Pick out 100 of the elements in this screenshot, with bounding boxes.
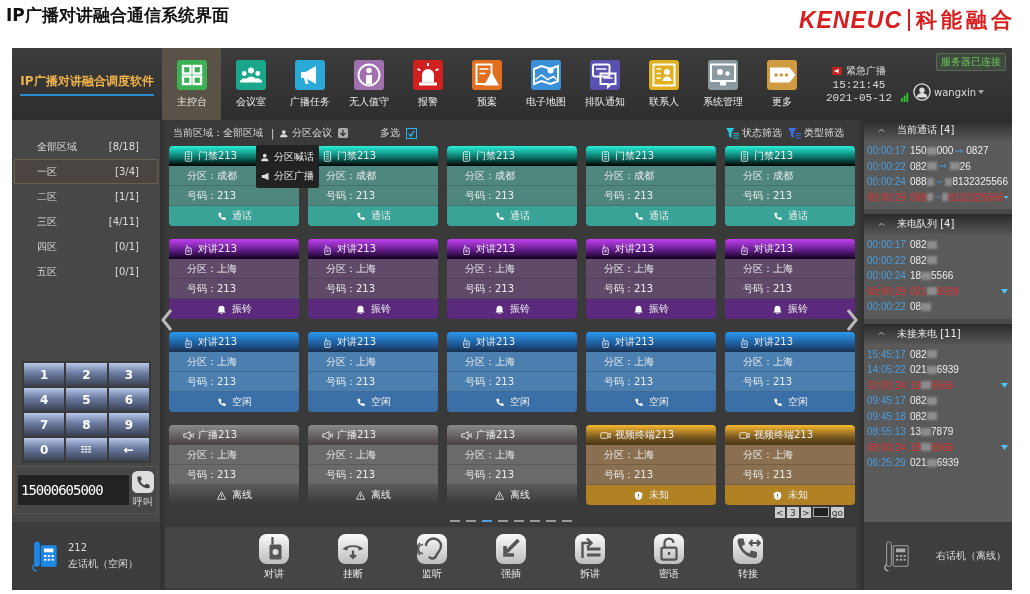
bell-icon [772, 304, 782, 314]
page-indicator[interactable] [545, 520, 556, 522]
user-menu[interactable]: wangxin [934, 86, 985, 98]
keypad-key[interactable]: 4 [24, 388, 65, 411]
type-filter-button[interactable]: 类型筛选 [788, 126, 844, 140]
device-card[interactable]: 对讲213 分区：上海 号码：213 空闲 [447, 332, 577, 412]
keypad-key[interactable]: 3 [108, 363, 149, 386]
action-button[interactable]: 对讲 [257, 534, 290, 581]
nav-tab[interactable]: 报警 [398, 48, 457, 120]
nav-tab[interactable]: 系统管理 [693, 48, 752, 120]
nav-tab[interactable]: 更多 [752, 48, 811, 120]
keypad-key[interactable]: ← [108, 438, 149, 461]
device-card[interactable]: 门禁213 分区：成都 号码：213 通话 [586, 146, 716, 226]
action-button[interactable]: 监听 [415, 534, 448, 581]
next-button[interactable]: > [800, 507, 811, 518]
nav-tab[interactable]: 广播任务 [280, 48, 339, 120]
nav-tab[interactable]: 主控台 [162, 48, 221, 120]
device-number: 号码：213 [725, 372, 855, 392]
call-time: 00:00:29 [867, 285, 906, 297]
go-button[interactable]: go [830, 507, 844, 518]
device-card[interactable]: 广播213 分区：上海 号码：213 离线 [447, 425, 577, 505]
nav-tab[interactable]: 联系人 [634, 48, 693, 120]
nav-tab[interactable]: 无人值守 [339, 48, 398, 120]
warning-icon [471, 59, 502, 90]
device-card[interactable]: 广播213 分区：上海 号码：213 离线 [308, 425, 438, 505]
multi-select-label: 多选 [380, 126, 401, 140]
device-card[interactable]: 对讲213 分区：上海 号码：213 空闲 [169, 332, 299, 412]
keypad-key[interactable]: 2 [66, 363, 107, 386]
device-card[interactable]: 门禁213 分区：成都 号码：213 通话 [447, 146, 577, 226]
device-number: 号码：213 [586, 372, 716, 392]
page-input[interactable] [812, 507, 829, 517]
device-card[interactable]: 对讲213 分区：上海 号码：213 空闲 [725, 332, 855, 412]
device-name: 对讲213 [198, 242, 238, 256]
call-time: 00:00:29 [867, 191, 906, 203]
section-header[interactable]: 未接来电 [11] [864, 323, 1012, 344]
keypad-key[interactable]: 8 [66, 413, 107, 436]
device-zone: 分区：上海 [447, 352, 577, 372]
device-card[interactable]: 视频终端213 分区：上海 号码：213 未知 [725, 425, 855, 505]
keypad-key[interactable]: 1 [24, 363, 65, 386]
action-button[interactable]: 转接 [731, 534, 764, 581]
device-card[interactable]: 对讲213 分区：上海 号码：213 振铃 [725, 239, 855, 319]
down-triangle-icon[interactable] [1001, 444, 1008, 450]
keypad-key[interactable] [66, 438, 107, 461]
device-card[interactable]: 门禁213 分区：成都 号码：213 通话 [725, 146, 855, 226]
down-triangle-icon[interactable] [1001, 288, 1008, 294]
action-button[interactable]: 强插 [494, 534, 527, 581]
keypad-key[interactable]: 6 [108, 388, 149, 411]
zone-item[interactable]: 三区 [4/11] [14, 209, 158, 234]
device-status: 振铃 [787, 302, 808, 316]
action-button[interactable]: 挂断 [336, 534, 369, 581]
device-card[interactable]: 对讲213 分区：上海 号码：213 振铃 [169, 239, 299, 319]
more-icon [766, 59, 797, 90]
device-number: 号码：213 [308, 279, 438, 299]
keypad-key[interactable]: 0 [24, 438, 65, 461]
zone-item[interactable]: 全部区域 [8/18] [14, 134, 158, 159]
zone-item[interactable]: 一区 [3/4] [14, 159, 158, 184]
page-indicator[interactable] [449, 520, 460, 522]
section-header[interactable]: 当前通话 [4] [864, 120, 1012, 140]
page-indicator[interactable] [561, 520, 572, 522]
zone-item[interactable]: 二区 [1/1] [14, 184, 158, 209]
phone-transfer-icon [732, 534, 763, 564]
previous-button[interactable]: < [774, 507, 785, 518]
zone-item[interactable]: 五区 [0/1] [14, 259, 158, 284]
action-button[interactable]: 密语 [652, 534, 685, 581]
emergency-broadcast-link[interactable]: 紧急广播 [846, 64, 886, 78]
status-filter-button[interactable]: 状态筛选 [726, 126, 782, 140]
keypad-key[interactable]: 7 [24, 413, 65, 436]
zone-item[interactable]: 四区 [0/1] [14, 234, 158, 259]
checkbox[interactable] [406, 127, 418, 139]
device-card[interactable]: 对讲213 分区：上海 号码：213 振铃 [308, 239, 438, 319]
page-indicator[interactable] [481, 520, 492, 522]
keypad-key[interactable]: 5 [66, 388, 107, 411]
device-name: 视频终端213 [615, 428, 675, 442]
down-triangle-icon[interactable] [1003, 194, 1008, 200]
call-button[interactable]: 呼叫 [132, 471, 154, 509]
device-card[interactable]: 对讲213 分区：上海 号码：213 振铃 [586, 239, 716, 319]
zone-name: 全部区域 [37, 139, 77, 154]
nav-tab[interactable]: 排队通知 [575, 48, 634, 120]
action-button[interactable]: 拆讲 [573, 534, 606, 581]
nav-tab[interactable]: 会议室 [221, 48, 280, 120]
page-indicator[interactable] [465, 520, 476, 522]
page-indicator[interactable] [513, 520, 524, 522]
page-indicator[interactable] [497, 520, 508, 522]
down-triangle-icon[interactable] [1001, 382, 1008, 388]
nav-tab[interactable]: 预案 [457, 48, 516, 120]
device-card[interactable]: 视频终端213 分区：上海 号码：213 未知 [586, 425, 716, 505]
device-status: 空闲 [509, 395, 530, 409]
section-header[interactable]: 来电队列 [4] [864, 214, 1012, 234]
masked-digits [926, 287, 937, 296]
zone-meeting-button[interactable]: 分区会议 [280, 126, 333, 140]
download-icon[interactable] [338, 128, 349, 138]
device-card[interactable]: 对讲213 分区：上海 号码：213 空闲 [586, 332, 716, 412]
keypad-key[interactable]: 9 [108, 413, 149, 436]
device-card[interactable]: 对讲213 分区：上海 号码：213 振铃 [447, 239, 577, 319]
nav-tab[interactable]: 电子地图 [516, 48, 575, 120]
page-indicator[interactable] [529, 520, 540, 522]
bell-icon [494, 304, 504, 314]
zone-name: 三区 [37, 214, 57, 229]
device-card[interactable]: 对讲213 分区：上海 号码：213 空闲 [308, 332, 438, 412]
device-card[interactable]: 广播213 分区：上海 号码：213 离线 [169, 425, 299, 505]
